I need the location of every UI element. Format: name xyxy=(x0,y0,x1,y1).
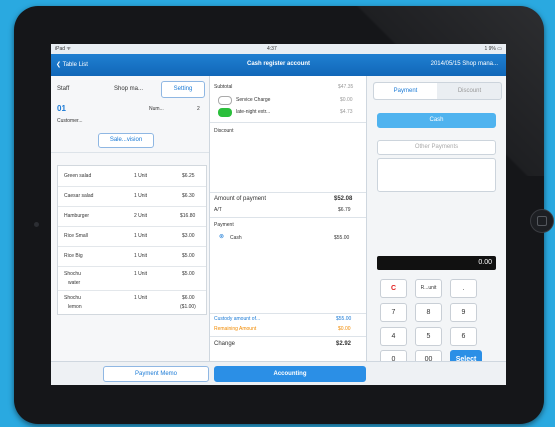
item-name: Hamburger xyxy=(64,213,90,219)
payment-panel: Payment Discount Cash Other Payments 0.0… xyxy=(367,76,506,370)
nav-bar: ❮ Table List Cash register account 2014/… xyxy=(51,54,506,76)
round-unit-key[interactable]: R...unit xyxy=(415,279,442,298)
customer-label: Customer... xyxy=(57,118,83,124)
staff-value: Shop ma... xyxy=(114,86,144,92)
divider xyxy=(51,152,209,153)
amount-label: Amount of payment xyxy=(214,196,267,202)
item-price: $6.25 xyxy=(182,173,195,179)
item-qty: 1 Unit xyxy=(134,173,148,179)
item-qty: 1 Unit xyxy=(134,271,148,277)
item-price: $5.00 xyxy=(182,253,195,259)
remove-payment-icon[interactable]: ⊗ xyxy=(219,233,224,240)
payment-label: Payment xyxy=(214,222,234,228)
status-bar: iPad ᯤ 4:37 1 9% ▭ xyxy=(51,44,506,54)
item-qty: 1 Unit xyxy=(134,295,148,301)
footer-bar: Payment Memo Accounting xyxy=(51,361,506,385)
service-charge-toggle[interactable] xyxy=(218,96,232,105)
cash-button[interactable]: Cash xyxy=(377,113,496,128)
item-price: $6.00 xyxy=(182,295,195,301)
item-price: $3.00 xyxy=(182,233,195,239)
clock-text: 4:37 xyxy=(267,46,277,52)
item-sub: lemon xyxy=(68,304,82,310)
tab-discount[interactable]: Discount xyxy=(438,83,501,99)
late-night-value: $4.73 xyxy=(340,109,353,115)
clear-key[interactable]: C xyxy=(380,279,407,298)
item-qty: 1 Unit xyxy=(134,193,148,199)
key-8[interactable]: 8 xyxy=(415,303,442,322)
tax-label: A/T xyxy=(214,207,222,213)
item-price: $16.80 xyxy=(180,213,196,219)
list-item[interactable]: Shochu water 1 Unit $5.00 xyxy=(58,266,206,291)
item-name: Rice Small xyxy=(64,233,88,239)
list-item[interactable]: Rice Big 1 Unit $5.00 xyxy=(58,246,206,267)
item-qty: 2 Unit xyxy=(134,213,148,219)
custody-label: Custody amount of... xyxy=(214,316,261,322)
divider xyxy=(210,313,366,314)
item-qty: 1 Unit xyxy=(134,233,148,239)
discount-label: Discount xyxy=(214,128,234,134)
key-9[interactable]: 9 xyxy=(450,303,477,322)
list-item[interactable]: Shochu lemon 1 Unit $6.00 ($1.00) xyxy=(58,290,206,314)
list-item[interactable]: Green salad 1 Unit $6.25 xyxy=(58,166,206,187)
item-price: $5.00 xyxy=(182,271,195,277)
item-sub: water xyxy=(68,280,81,286)
service-charge-label: Service Charge xyxy=(236,97,271,103)
remaining-value: $0.00 xyxy=(338,326,351,332)
divider xyxy=(210,192,366,193)
cash-payment-label: Cash xyxy=(230,235,242,241)
tax-value: $6.79 xyxy=(338,207,351,213)
subtotal-label: Subtotal xyxy=(214,84,233,90)
table-number: 01 xyxy=(57,104,66,113)
tab-payment[interactable]: Payment xyxy=(374,83,437,99)
carrier-text: iPad ᯤ xyxy=(55,46,71,52)
num-label: Num... xyxy=(149,106,164,112)
app-screen: iPad ᯤ 4:37 1 9% ▭ ❮ Table List Cash reg… xyxy=(51,44,506,385)
subtotal-value: $47.35 xyxy=(338,84,354,90)
amount-value: $52.08 xyxy=(334,196,353,202)
custody-value: $55.00 xyxy=(336,316,352,322)
battery-text: 1 9% ▭ xyxy=(484,46,502,52)
list-item[interactable]: Caesar salad 1 Unit $6.30 xyxy=(58,186,206,207)
camera-icon xyxy=(34,222,39,227)
cash-payment-value: $55.00 xyxy=(334,235,350,241)
late-night-label: late-night extr... xyxy=(236,109,271,115)
sale-division-button[interactable]: Sale...vision xyxy=(98,133,154,148)
setting-button[interactable]: Setting xyxy=(161,81,205,98)
order-items-list: Green salad 1 Unit $6.25 Caesar salad 1 … xyxy=(57,165,207,315)
other-payments-button[interactable]: Other Payments xyxy=(377,140,496,155)
divider xyxy=(210,217,366,218)
item-name: Caesar salad xyxy=(64,193,94,199)
key-5[interactable]: 5 xyxy=(415,327,442,346)
item-name: Shochu xyxy=(64,271,81,277)
totals-panel: Subtotal $47.35 Service Charge $0.00 lat… xyxy=(210,76,367,361)
change-value: $2.92 xyxy=(336,341,352,347)
staff-label: Staff xyxy=(57,86,70,92)
item-qty: 1 Unit xyxy=(134,253,148,259)
item-name: Green salad xyxy=(64,173,92,179)
accounting-button[interactable]: Accounting xyxy=(214,366,366,382)
item-name: Rice Big xyxy=(64,253,83,259)
item-name: Shochu xyxy=(64,295,81,301)
change-label: Change xyxy=(214,341,236,347)
dot-key[interactable]: . xyxy=(450,279,477,298)
divider xyxy=(210,336,366,337)
num-value: 2 xyxy=(197,106,200,112)
key-6[interactable]: 6 xyxy=(450,327,477,346)
home-button[interactable] xyxy=(530,209,554,233)
service-charge-value: $0.00 xyxy=(340,97,353,103)
key-7[interactable]: 7 xyxy=(380,303,407,322)
key-4[interactable]: 4 xyxy=(380,327,407,346)
item-extra: ($1.00) xyxy=(180,304,196,310)
payment-note-field[interactable] xyxy=(377,158,496,192)
late-night-toggle[interactable] xyxy=(218,108,232,117)
item-price: $6.30 xyxy=(182,193,195,199)
remaining-label: Remaining Amount xyxy=(214,326,257,332)
date-shop-label: 2014/05/15 Shop mana... xyxy=(430,61,498,67)
amount-display: 0.00 xyxy=(377,256,496,270)
divider xyxy=(210,122,366,123)
payment-tabs: Payment Discount xyxy=(373,82,502,100)
payment-memo-button[interactable]: Payment Memo xyxy=(103,366,209,382)
list-item[interactable]: Hamburger 2 Unit $16.80 xyxy=(58,206,206,227)
list-item[interactable]: Rice Small 1 Unit $3.00 xyxy=(58,226,206,247)
